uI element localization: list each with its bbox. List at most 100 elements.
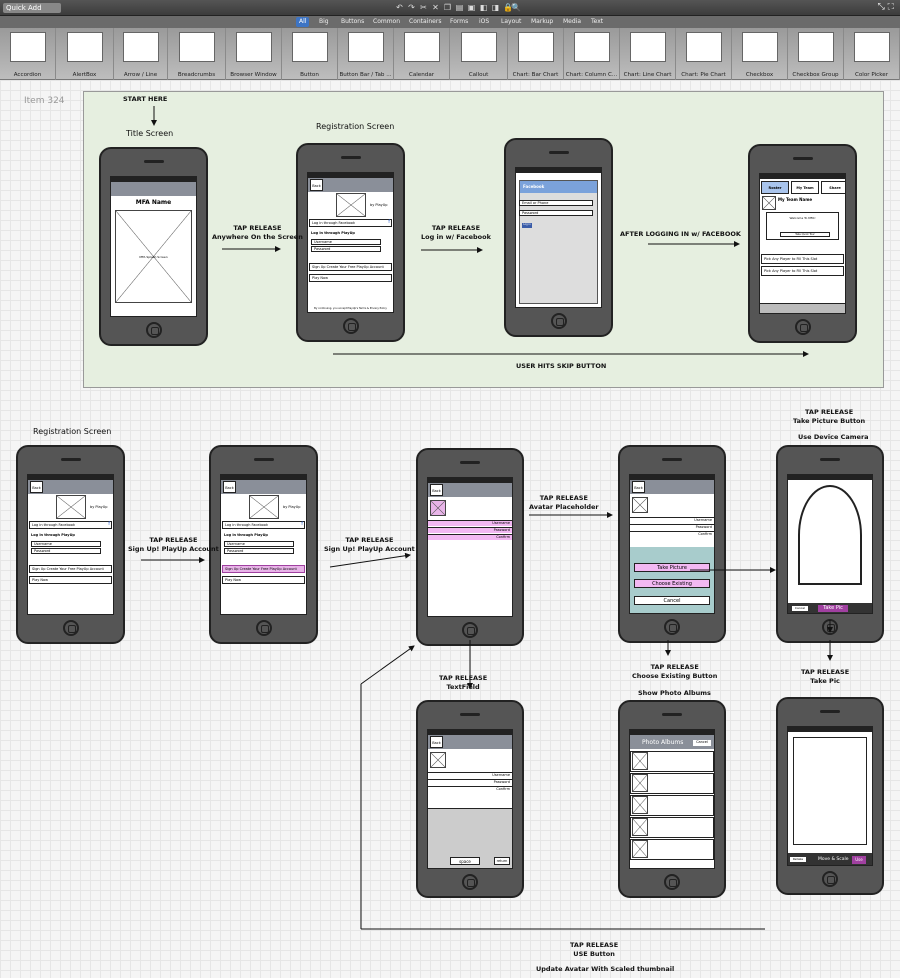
signup-field-0[interactable]: Username: [630, 517, 714, 523]
paste-icon[interactable]: ▤: [455, 3, 464, 12]
tab-media[interactable]: Media: [560, 17, 584, 27]
signup-row[interactable]: Sign Up Create Your Free PlayUp Account: [222, 565, 305, 573]
play-now-row[interactable]: Play Now: [309, 274, 392, 282]
fb-login-button[interactable]: Log in: [522, 223, 532, 228]
tab-ios[interactable]: iOS: [476, 17, 492, 27]
tab-containers[interactable]: Containers: [406, 17, 444, 27]
library-item[interactable]: AlertBox: [56, 28, 114, 80]
tab-all[interactable]: All: [296, 17, 310, 27]
team-tab-my_team[interactable]: My Team: [791, 181, 819, 194]
library-item[interactable]: Arrow / Line: [114, 28, 168, 80]
password-field[interactable]: Password: [311, 246, 381, 252]
home-button[interactable]: [550, 313, 567, 329]
delete-icon[interactable]: ✕: [431, 3, 440, 12]
choose-existing-button[interactable]: Choose Existing: [634, 579, 710, 588]
library-item[interactable]: Button Bar / Tab ...: [338, 28, 394, 80]
library-item[interactable]: Checkbox Group: [788, 28, 844, 80]
back-button[interactable]: Back: [430, 736, 443, 748]
quick-add-input[interactable]: Quick Add: [3, 3, 61, 13]
camera-phone[interactable]: Cancel Take Pic: [776, 445, 884, 643]
take-pic-button[interactable]: Take Pic: [818, 605, 848, 612]
home-button[interactable]: [62, 620, 79, 636]
tab-layout[interactable]: Layout: [498, 17, 524, 27]
team-tab-share[interactable]: Share: [821, 181, 845, 194]
signup-row[interactable]: Sign Up Create Your Free PlayUp Account: [309, 263, 392, 271]
title-screen-phone[interactable]: MFA Name MFA Splash Screen: [99, 147, 208, 346]
keyboard-phone[interactable]: Back Username Password Confirm space return: [416, 700, 524, 898]
email-field[interactable]: Email or Phone: [519, 200, 593, 206]
library-item[interactable]: Browser Window: [226, 28, 282, 80]
library-item[interactable]: Chart: Line Chart: [620, 28, 676, 80]
facebook-login-row[interactable]: Log in through Facebook: [222, 521, 305, 529]
tab-markup[interactable]: Markup: [528, 17, 556, 27]
cancel-button[interactable]: Cancel: [634, 596, 710, 605]
library-item[interactable]: Chart: Bar Chart: [508, 28, 564, 80]
search-icon[interactable]: 🔍: [511, 3, 521, 12]
registration-signup-phone[interactable]: Back by PlayUp Log in through Facebook f Log…: [209, 445, 318, 644]
take-tour-button[interactable]: Take Quick Tour: [780, 232, 830, 237]
retake-button[interactable]: Retake: [790, 857, 806, 862]
copy-icon[interactable]: ❐: [443, 3, 452, 12]
library-item[interactable]: Accordion: [0, 28, 56, 80]
username-field[interactable]: Username: [311, 239, 381, 245]
signup-row[interactable]: Sign Up Create Your Free PlayUp Account: [29, 565, 112, 573]
pick-player-row-1[interactable]: Pick Any Player to Fill This Slot: [761, 254, 844, 264]
home-button[interactable]: [664, 874, 680, 890]
photo-albums-phone[interactable]: Photo Albums Cancel: [618, 700, 726, 898]
home-button[interactable]: [145, 322, 162, 338]
back-button[interactable]: Back: [223, 481, 236, 493]
facebook-login-row[interactable]: Log in through Facebook: [29, 521, 112, 529]
signup-field-1[interactable]: Password: [428, 779, 512, 785]
home-button[interactable]: [462, 874, 478, 890]
undo-icon[interactable]: ↶: [395, 3, 404, 12]
signup-form-phone[interactable]: Back Username Password Confirm: [416, 448, 524, 646]
take-picture-button[interactable]: Take Picture: [634, 563, 710, 572]
avatar-action-sheet-phone[interactable]: Back Username Password Confirm Take Picture C…: [618, 445, 726, 643]
library-item[interactable]: Chart: Pie Chart: [676, 28, 732, 80]
album-row[interactable]: [630, 817, 714, 838]
home-button[interactable]: [342, 318, 359, 334]
username-field[interactable]: Username: [224, 541, 294, 547]
back-button[interactable]: Back: [430, 484, 443, 496]
tab-big[interactable]: Big: [316, 17, 332, 27]
redo-icon[interactable]: ↷: [407, 3, 416, 12]
back-icon[interactable]: ◨: [491, 3, 500, 12]
back-button[interactable]: Back: [30, 481, 43, 493]
fullscreen-icon[interactable]: ⤡ ⛶: [878, 2, 894, 12]
facebook-login-phone[interactable]: Facebook Email or Phone Password Log in: [504, 138, 613, 337]
home-button[interactable]: [255, 620, 272, 636]
home-button[interactable]: [822, 871, 838, 887]
album-row[interactable]: [630, 773, 714, 794]
back-button[interactable]: Back: [310, 179, 323, 191]
library-item[interactable]: Color Picker: [844, 28, 900, 80]
facebook-login-row[interactable]: Log in through Facebook: [309, 219, 392, 227]
team-tab-roster[interactable]: Roster: [761, 181, 789, 194]
team-screen-phone[interactable]: Roster My Team Share My Team Name Welcome To…: [748, 144, 857, 343]
home-button[interactable]: [664, 619, 680, 635]
signup-field-2[interactable]: Confirm: [428, 786, 512, 792]
play-now-row[interactable]: Play Now: [29, 576, 112, 584]
library-item[interactable]: Chart: Column C...: [564, 28, 620, 80]
album-row[interactable]: [630, 839, 714, 860]
signup-field-0[interactable]: Username: [428, 520, 512, 526]
library-item[interactable]: Checkbox: [732, 28, 788, 80]
home-button[interactable]: [822, 619, 838, 635]
pick-player-row-2[interactable]: Pick Any Player to Fill This Slot: [761, 266, 844, 276]
tab-forms[interactable]: Forms: [447, 17, 471, 27]
albums-cancel-button[interactable]: Cancel: [693, 740, 711, 746]
password-field[interactable]: Password: [31, 548, 101, 554]
album-row[interactable]: [630, 795, 714, 816]
signup-field-2[interactable]: Confirm: [630, 531, 714, 537]
library-item[interactable]: Calendar: [394, 28, 450, 80]
move-scale-phone[interactable]: Retake Move & Scale Use: [776, 697, 884, 895]
space-key[interactable]: space: [450, 857, 480, 865]
registration-screen-phone[interactable]: Back by PlayUp Log in through Facebook f Log…: [296, 143, 405, 342]
tab-buttons[interactable]: Buttons: [338, 17, 367, 27]
home-button[interactable]: [794, 319, 811, 335]
group-icon[interactable]: ▣: [467, 3, 476, 12]
registration-screen-2-phone[interactable]: Back by PlayUp Log in through Facebook f Log…: [16, 445, 125, 644]
tab-common[interactable]: Common: [370, 17, 403, 27]
signup-field-1[interactable]: Password: [630, 524, 714, 530]
front-icon[interactable]: ◧: [479, 3, 488, 12]
library-item[interactable]: Callout: [450, 28, 508, 80]
